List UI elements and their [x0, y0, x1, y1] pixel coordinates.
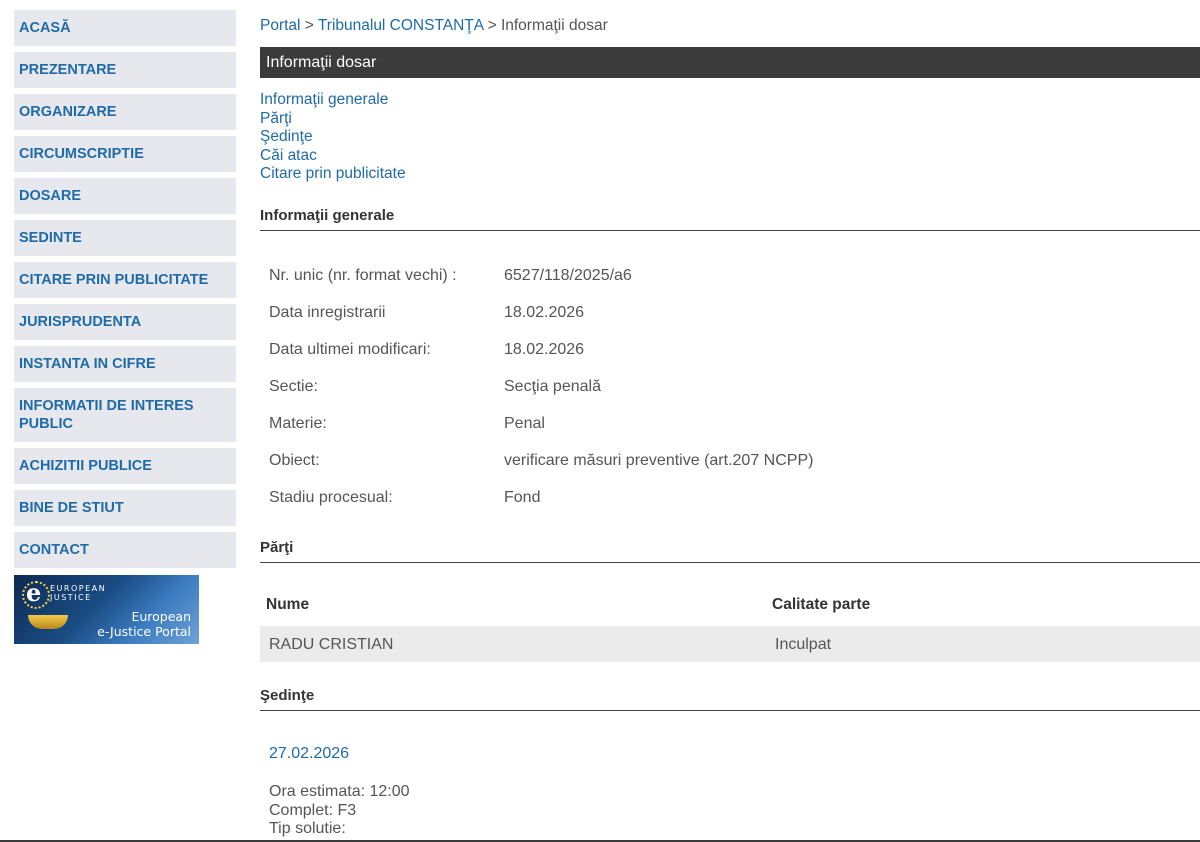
- hearing-date[interactable]: 27.02.2026: [269, 745, 349, 763]
- info-label: Data inregistrarii: [269, 304, 386, 321]
- info-label: Nr. unic (nr. format vechi) :: [269, 267, 457, 284]
- hearing-solution-type: Tip solutie:: [269, 820, 346, 837]
- breadcrumb-portal-link[interactable]: Portal: [260, 17, 301, 34]
- table-row: RADU CRISTIAN Inculpat: [260, 626, 1200, 662]
- info-value: 6527/118/2025/a6: [504, 267, 632, 284]
- column-header-nume: Nume: [266, 596, 310, 613]
- sidebar-item-prezentare[interactable]: PREZENTARE: [14, 52, 236, 88]
- party-name: RADU CRISTIAN: [269, 636, 394, 653]
- section-heading-informatii-generale: Informaţii generale: [260, 207, 1200, 231]
- info-label: Sectie:: [269, 378, 318, 395]
- sidebar-item-contact[interactable]: CONTACT: [14, 532, 236, 568]
- ejustice-logo-small-text: EUROPEAN JUSTICE: [50, 584, 107, 602]
- sidebar-item-achizitii-publice[interactable]: ACHIZITII PUBLICE: [14, 448, 236, 484]
- info-value: Fond: [504, 489, 541, 506]
- hearing-details: Ora estimata: 12:00 Complet: F3 Tip solu…: [269, 783, 410, 839]
- ejustice-banner-text: European e-Justice Portal: [97, 609, 191, 639]
- sidebar-item-informatii-interes-public[interactable]: INFORMATII DE INTERES PUBLIC: [14, 388, 236, 442]
- breadcrumb: Portal > Tribunalul CONSTANŢA > Informaţ…: [260, 17, 608, 35]
- toc-link-citare-prin-publicitate[interactable]: Citare prin publicitate: [260, 165, 406, 184]
- party-role: Inculpat: [775, 636, 832, 653]
- sidebar-item-instanta-in-cifre[interactable]: INSTANTA IN CIFRE: [14, 346, 236, 382]
- info-value: Secţia penală: [504, 378, 601, 395]
- info-label: Data ultimei modificari:: [269, 341, 431, 358]
- ejustice-logo-e: e: [26, 578, 42, 607]
- section-links: Informaţii generale Părţi Şedinţe Căi at…: [260, 91, 406, 184]
- sidebar-item-bine-de-stiut[interactable]: BINE DE STIUT: [14, 490, 236, 526]
- sidebar-item-dosare[interactable]: DOSARE: [14, 178, 236, 214]
- hearing-panel: Complet: F3: [269, 801, 357, 819]
- sidebar-item-acasa[interactable]: ACASĂ: [14, 10, 236, 46]
- info-value: 18.02.2026: [504, 341, 585, 358]
- info-value: Penal: [504, 415, 545, 432]
- parti-table-header: Nume Calitate parte: [266, 596, 870, 614]
- section-heading-sedinte: Şedinţe: [260, 687, 1200, 711]
- info-label: Obiect:: [269, 452, 320, 469]
- breadcrumb-separator: >: [300, 17, 318, 34]
- toc-link-informatii-generale[interactable]: Informaţii generale: [260, 91, 406, 110]
- info-label: Stadiu procesual:: [269, 489, 393, 506]
- sidebar-item-sedinte[interactable]: SEDINTE: [14, 220, 236, 256]
- sidebar-item-circumscriptie[interactable]: CIRCUMSCRIPTIE: [14, 136, 236, 172]
- sidebar-item-citare[interactable]: CITARE PRIN PUBLICITATE: [14, 262, 236, 298]
- info-value: 18.02.2026: [504, 304, 585, 321]
- toc-link-cai-atac[interactable]: Căi atac: [260, 147, 406, 166]
- toc-link-sedinte[interactable]: Şedinţe: [260, 128, 406, 147]
- breadcrumb-current: Informaţii dosar: [500, 17, 608, 34]
- info-value: verificare măsuri preventive (art.207 NC…: [504, 452, 814, 469]
- hearing-time: Ora estimata: 12:00: [269, 783, 410, 800]
- scales-icon: [28, 615, 68, 629]
- breadcrumb-court-link[interactable]: Tribunalul CONSTANŢA: [318, 17, 483, 34]
- page-title: Informaţii dosar: [260, 47, 1200, 78]
- ejustice-banner-area: e EUROPEAN JUSTICE European e-Justice Po…: [14, 574, 236, 654]
- sidebar-item-jurisprudenta[interactable]: JURISPRUDENTA: [14, 304, 236, 340]
- sidebar-item-organizare[interactable]: ORGANIZARE: [14, 94, 236, 130]
- ejustice-portal-banner[interactable]: e EUROPEAN JUSTICE European e-Justice Po…: [14, 575, 199, 644]
- toc-link-parti[interactable]: Părţi: [260, 110, 406, 129]
- breadcrumb-separator: >: [483, 17, 501, 34]
- info-label: Materie:: [269, 415, 327, 432]
- column-header-calitate-parte: Calitate parte: [772, 596, 871, 613]
- section-heading-parti: Părţi: [260, 539, 1200, 563]
